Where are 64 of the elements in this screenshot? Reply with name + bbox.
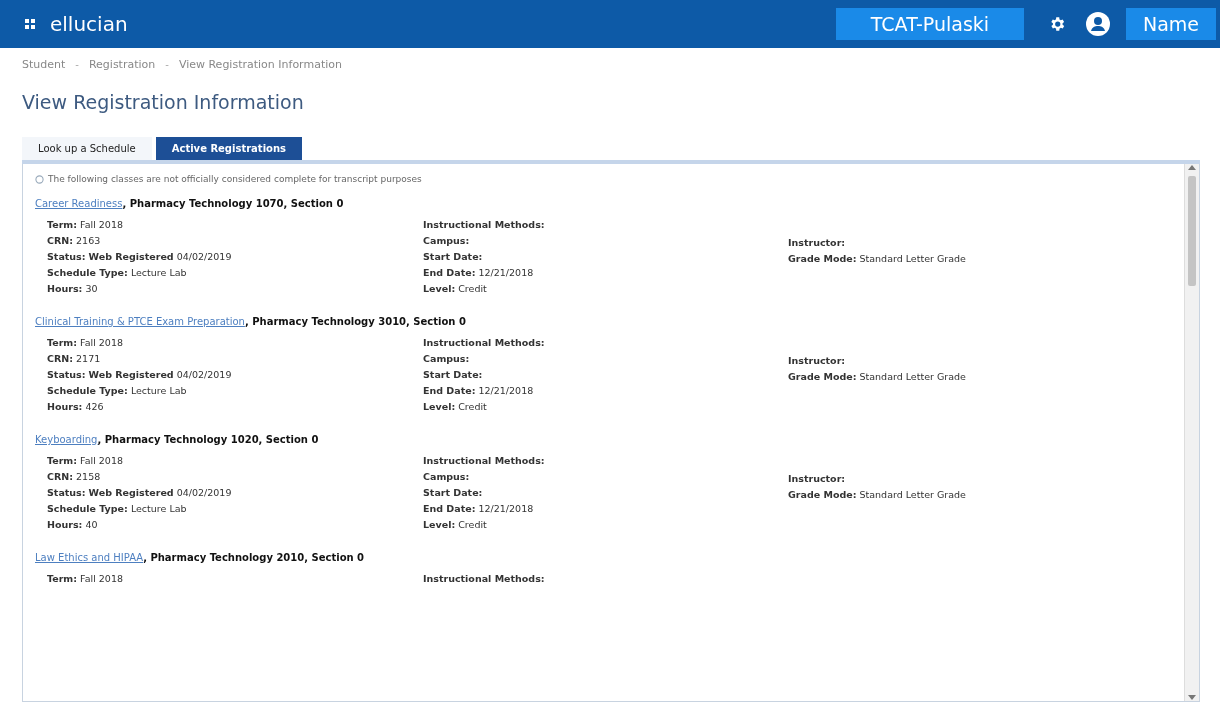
user-icon [1086, 12, 1110, 36]
scroll-up-icon[interactable] [1188, 164, 1196, 170]
field-text: Start Date: [423, 487, 484, 498]
field-text: End Date: 12/21/2018 [423, 267, 535, 278]
field-text: Schedule Type: Lecture Lab [47, 385, 188, 396]
scroll-down-icon[interactable] [1188, 695, 1196, 701]
field-text: Instructor: [788, 473, 847, 484]
course-heading: Career Readiness, Pharmacy Technology 1070, Section 0 [35, 198, 345, 209]
menu-grid-icon[interactable] [24, 18, 36, 30]
field-text: CRN: 2163 [47, 235, 102, 246]
field-text: Instructional Methods: [423, 337, 546, 348]
field-text: Instructional Methods: [423, 219, 546, 230]
breadcrumb-separator: - [75, 59, 79, 70]
field-text: Status: Web Registered 04/02/2019 [47, 487, 233, 498]
user-name-button[interactable]: Name [1126, 8, 1216, 40]
field-text: Campus: [423, 471, 471, 482]
scrollbar[interactable] [1184, 164, 1199, 701]
field-text: Start Date: [423, 251, 484, 262]
tab[interactable]: Look up a Schedule [22, 137, 152, 160]
field-text: Level: Credit [423, 401, 488, 412]
field-text: Instructor: [788, 355, 847, 366]
notice-text: The following classes are not officially considered complete for transcript purposes [48, 174, 422, 184]
info-icon [35, 174, 44, 184]
field-text: Term: Fall 2018 [47, 219, 124, 230]
field-text: Status: Web Registered 04/02/2019 [47, 251, 233, 262]
tab[interactable]: Active Registrations [155, 137, 303, 160]
field-text: Campus: [423, 353, 471, 364]
field-text: CRN: 2158 [47, 471, 102, 482]
breadcrumb-link[interactable]: Student [22, 58, 66, 71]
field-text: Campus: [423, 235, 471, 246]
field-text: Term: Fall 2018 [47, 337, 124, 348]
field-text: CRN: 2171 [47, 353, 102, 364]
course-link[interactable]: Clinical Training & PTCE Exam Preparation [35, 316, 245, 327]
field-text: Schedule Type: Lecture Lab [47, 267, 188, 278]
field-text: Grade Mode: Standard Letter Grade [788, 489, 967, 500]
field-text: Hours: 30 [47, 283, 99, 294]
field-text: Grade Mode: Standard Letter Grade [788, 371, 967, 382]
field-text: Grade Mode: Standard Letter Grade [788, 253, 967, 264]
field-text: Status: Web Registered 04/02/2019 [47, 369, 233, 380]
field-text: End Date: 12/21/2018 [423, 503, 535, 514]
breadcrumb-link[interactable]: View Registration Information [178, 58, 342, 71]
course-link[interactable]: Career Readiness [35, 198, 123, 209]
breadcrumb-link[interactable]: Registration [88, 58, 156, 71]
field-text: Instructor: [788, 237, 847, 248]
field-text: Schedule Type: Lecture Lab [47, 503, 188, 514]
field-text: Hours: 426 [47, 401, 105, 412]
field-text: Instructional Methods: [423, 573, 546, 584]
field-text: Term: Fall 2018 [47, 455, 124, 466]
field-text: Term: Fall 2018 [47, 573, 124, 584]
course-link[interactable]: Keyboarding [35, 434, 98, 445]
course-heading: Law Ethics and HIPAA, Pharmacy Technology 2010, Section 0 [35, 552, 366, 563]
field-text: Hours: 40 [47, 519, 99, 530]
page-title: View Registration Information [22, 91, 305, 113]
institution-button[interactable]: TCAT-Pulaski [836, 8, 1024, 40]
field-text: Instructional Methods: [423, 455, 546, 466]
course-heading: Keyboarding, Pharmacy Technology 1020, Section 0 [35, 434, 320, 445]
field-text: End Date: 12/21/2018 [423, 385, 535, 396]
field-text: Start Date: [423, 369, 484, 380]
scroll-thumb[interactable] [1188, 176, 1196, 286]
breadcrumb-separator: - [165, 59, 169, 70]
logo-text: ellucian [50, 12, 129, 36]
field-text: Level: Credit [423, 283, 488, 294]
field-text: Level: Credit [423, 519, 488, 530]
course-heading: Clinical Training & PTCE Exam Preparation, Pharmacy Technology 3010, Section 0 [35, 316, 467, 327]
